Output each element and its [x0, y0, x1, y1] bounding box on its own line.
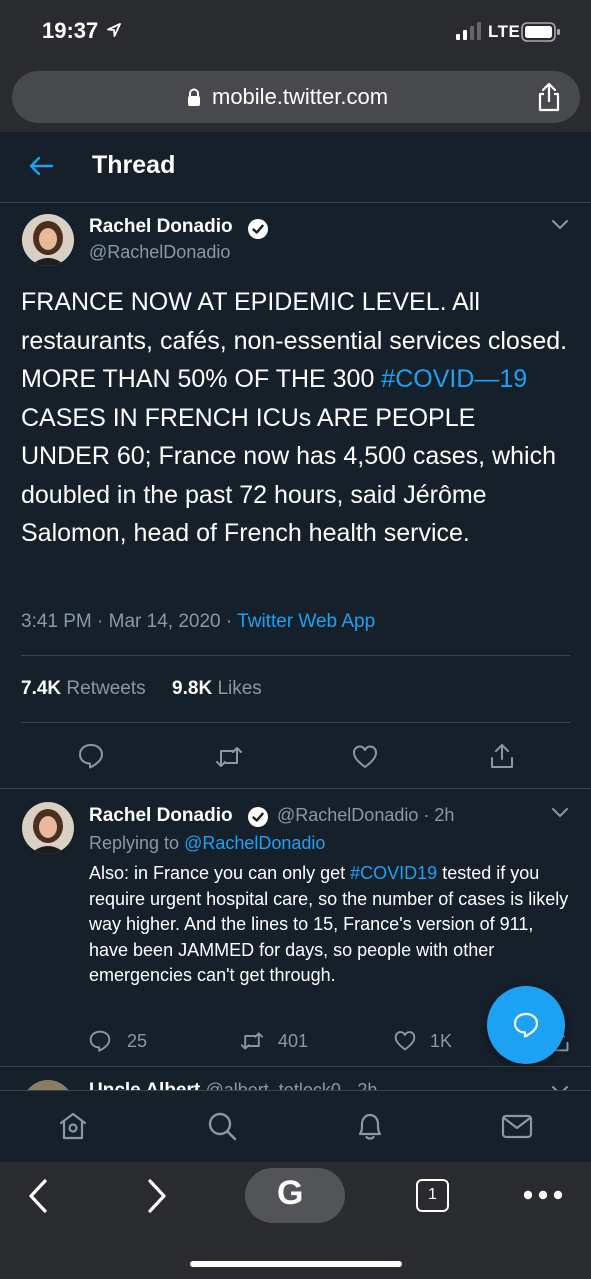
divider: [21, 722, 570, 723]
like-count: 1K: [430, 1031, 453, 1051]
author-name[interactable]: Rachel Donadio: [89, 216, 233, 238]
tweet-source-link[interactable]: Twitter Web App: [237, 611, 375, 632]
home-indicator[interactable]: [190, 1261, 402, 1267]
retweet-count: 401: [278, 1031, 309, 1051]
page-title: Thread: [92, 151, 176, 179]
network-type: LTE: [488, 22, 521, 41]
replying-to-link[interactable]: @RachelDonadio: [184, 833, 325, 853]
author-name[interactable]: Uncle Albert: [89, 1080, 200, 1090]
author-handle-and-age[interactable]: @RachelDonadio · 2h: [277, 805, 454, 826]
share-tweet-icon[interactable]: [489, 743, 515, 769]
hashtag-link[interactable]: #COVID19: [350, 863, 437, 883]
battery-icon: [521, 22, 560, 42]
next-tweet-peek[interactable]: Uncle Albert @albert_tetlock0 · 2h: [0, 1067, 591, 1090]
tweet-text-part: Also: in France you can only get: [89, 863, 351, 883]
search-icon[interactable]: [206, 1110, 238, 1142]
tweet-text: FRANCE NOW AT EPIDEMIC LEVEL. All restau…: [21, 283, 571, 553]
back-arrow-icon[interactable]: [28, 155, 54, 177]
status-time: 19:37: [42, 18, 99, 43]
url-text[interactable]: mobile.twitter.com: [212, 84, 388, 110]
likes-stat[interactable]: 9.8K Likes: [172, 678, 262, 699]
like-icon[interactable]: [352, 744, 378, 770]
retweets-stat[interactable]: 7.4K Retweets: [21, 678, 146, 699]
author-name[interactable]: Rachel Donadio: [89, 805, 233, 827]
messages-mail-icon[interactable]: [501, 1110, 533, 1142]
hashtag-link[interactable]: #COVID—19: [381, 365, 527, 393]
reply-icon[interactable]: [78, 743, 104, 769]
retweet-icon[interactable]: [241, 1030, 263, 1052]
divider: [0, 788, 591, 789]
meta-separator: ·: [225, 611, 233, 632]
browser-forward-icon[interactable]: [145, 1178, 169, 1214]
divider: [21, 655, 570, 656]
like-icon[interactable]: [394, 1030, 416, 1052]
compose-button[interactable]: [487, 986, 565, 1064]
browser-back-icon[interactable]: [26, 1178, 50, 1214]
avatar[interactable]: [22, 802, 74, 854]
tweet-date: Mar 14, 2020: [108, 611, 221, 632]
replying-to-label: Replying to: [89, 833, 180, 853]
meta-separator: ·: [346, 1080, 353, 1090]
meta-separator: ·: [423, 805, 430, 825]
tweet-text-part: CASES IN FRENCH ICUs ARE PEOPLE UNDER 60…: [21, 403, 556, 548]
reply-count: 25: [127, 1031, 148, 1051]
signal-icon: [456, 22, 481, 40]
verified-badge-icon: [248, 219, 268, 239]
author-handle[interactable]: @RachelDonadio: [89, 242, 230, 263]
tabs-button[interactable]: 1: [416, 1179, 449, 1212]
author-handle[interactable]: @RachelDonadio: [277, 805, 418, 825]
author-handle[interactable]: @albert_tetlock0: [206, 1080, 341, 1090]
notifications-bell-icon[interactable]: [354, 1110, 386, 1142]
verified-badge-icon: [248, 807, 268, 827]
tweet-stats: 7.4K Retweets 9.8K Likes: [21, 678, 262, 700]
next-tweet-header[interactable]: Uncle Albert @albert_tetlock0 · 2h: [89, 1080, 377, 1090]
reply-icon[interactable]: [89, 1030, 111, 1052]
retweet-icon[interactable]: [216, 744, 242, 770]
tweet-time: 3:41 PM: [21, 611, 92, 632]
tweet-age: 2h: [434, 805, 455, 825]
chevron-down-icon[interactable]: [551, 807, 569, 819]
location-arrow-icon: [107, 23, 121, 37]
home-icon[interactable]: [57, 1110, 89, 1142]
meta-separator: ·: [97, 611, 104, 632]
thread-header: [0, 132, 591, 203]
replying-to: Replying to @RachelDonadio: [89, 833, 325, 854]
lock-icon: [188, 88, 200, 106]
tweet-text: Also: in France you can only get #COVID1…: [89, 861, 569, 989]
tweet-meta: 3:41 PM · Mar 14, 2020 · Twitter Web App: [21, 611, 375, 633]
chevron-down-icon[interactable]: [551, 219, 569, 231]
compose-reply-icon: [513, 1012, 539, 1038]
tweet-age: 2h: [357, 1080, 378, 1090]
avatar[interactable]: [22, 1080, 74, 1090]
share-icon[interactable]: [536, 82, 562, 112]
more-options-icon[interactable]: [523, 1188, 563, 1202]
avatar[interactable]: [22, 214, 74, 266]
google-g-icon: G: [277, 1174, 304, 1212]
